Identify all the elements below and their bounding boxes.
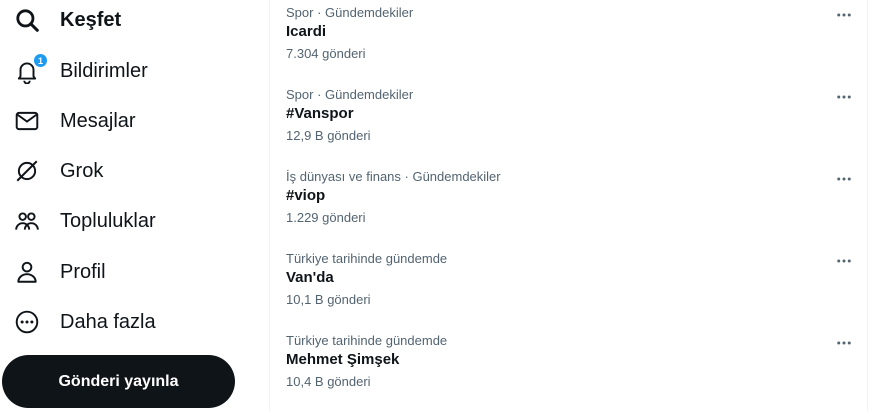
sidebar-item-label: Grok [60,159,104,182]
trend-item[interactable]: İş dünyası ve finans · Gündemdekiler #vi… [270,164,867,246]
trends-list: Spor · Gündemdekiler Icardi 7.304 gönder… [270,0,867,411]
sidebar-item-label: Profil [60,260,106,283]
trend-category: Spor · Gündemdekiler [286,87,414,102]
search-icon [14,7,40,33]
sidebar-item-label: Bildirimler [60,59,148,82]
grok-icon [14,158,40,184]
trend-name: Mehmet Şimşek [286,351,400,368]
sidebar: Keşfet 1 Bildirimler Mesajlar Grok Toplu… [0,0,268,411]
sidebar-item-profile[interactable]: Profil [4,249,118,295]
trend-item[interactable]: Spor · Gündemdekiler Icardi 7.304 gönder… [270,0,867,82]
trend-category: Türkiye tarihinde gündemde [286,251,448,266]
trend-item[interactable]: Spor · Gündemdekiler #Vanspor 12,9 B gön… [270,82,867,164]
trend-category: İş dünyası ve finans · Gündemdekiler [286,169,501,184]
more-options-button[interactable] [831,332,857,354]
sidebar-item-more[interactable]: Daha fazla [4,299,168,345]
sidebar-item-label: Daha fazla [60,310,156,333]
trend-post-count: 7.304 gönderi [286,46,366,61]
more-options-button[interactable] [831,250,857,272]
more-options-button[interactable] [831,86,857,108]
column-divider [867,0,868,411]
sidebar-item-grok[interactable]: Grok [4,148,115,194]
trend-item[interactable]: Türkiye tarihinde gündemde Mehmet Şimşek… [270,328,867,410]
sidebar-item-notifications[interactable]: 1 Bildirimler [4,48,160,94]
envelope-icon [14,108,40,134]
trend-post-count: 1.229 gönderi [286,210,366,225]
sidebar-item-messages[interactable]: Mesajlar [4,98,148,144]
trend-name: Van'da [286,269,334,286]
notification-badge: 1 [33,53,48,68]
trend-category: Türkiye tarihinde gündemde [286,333,448,348]
ellipsis-icon [837,341,851,345]
sidebar-item-communities[interactable]: Topluluklar [4,198,168,244]
sidebar-item-explore[interactable]: Keşfet [4,0,133,43]
sidebar-item-label: Keşfet [60,8,122,31]
trend-name: Icardi [286,23,327,40]
bell-icon: 1 [14,53,48,84]
ellipsis-icon [837,13,851,17]
app-root: Keşfet 1 Bildirimler Mesajlar Grok Toplu… [0,0,873,411]
sidebar-item-label: Topluluklar [60,209,156,232]
trend-item[interactable]: Türkiye tarihinde gündemde Van'da 10,1 B… [270,246,867,328]
post-button[interactable]: Gönderi yayınla [2,355,235,408]
trend-post-count: 10,1 B gönderi [286,292,371,307]
more-options-button[interactable] [831,4,857,26]
person-icon [14,259,40,285]
trend-post-count: 12,9 B gönderi [286,128,371,143]
trend-post-count: 10,4 B gönderi [286,374,371,389]
more-options-button[interactable] [831,168,857,190]
sidebar-item-label: Mesajlar [60,109,136,132]
more-circle-icon [14,309,40,335]
trend-name: #Vanspor [286,105,354,122]
trend-category: Spor · Gündemdekiler [286,5,414,20]
ellipsis-icon [837,177,851,181]
trend-name: #viop [286,187,326,204]
ellipsis-icon [837,259,851,263]
ellipsis-icon [837,95,851,99]
communities-icon [14,208,40,234]
